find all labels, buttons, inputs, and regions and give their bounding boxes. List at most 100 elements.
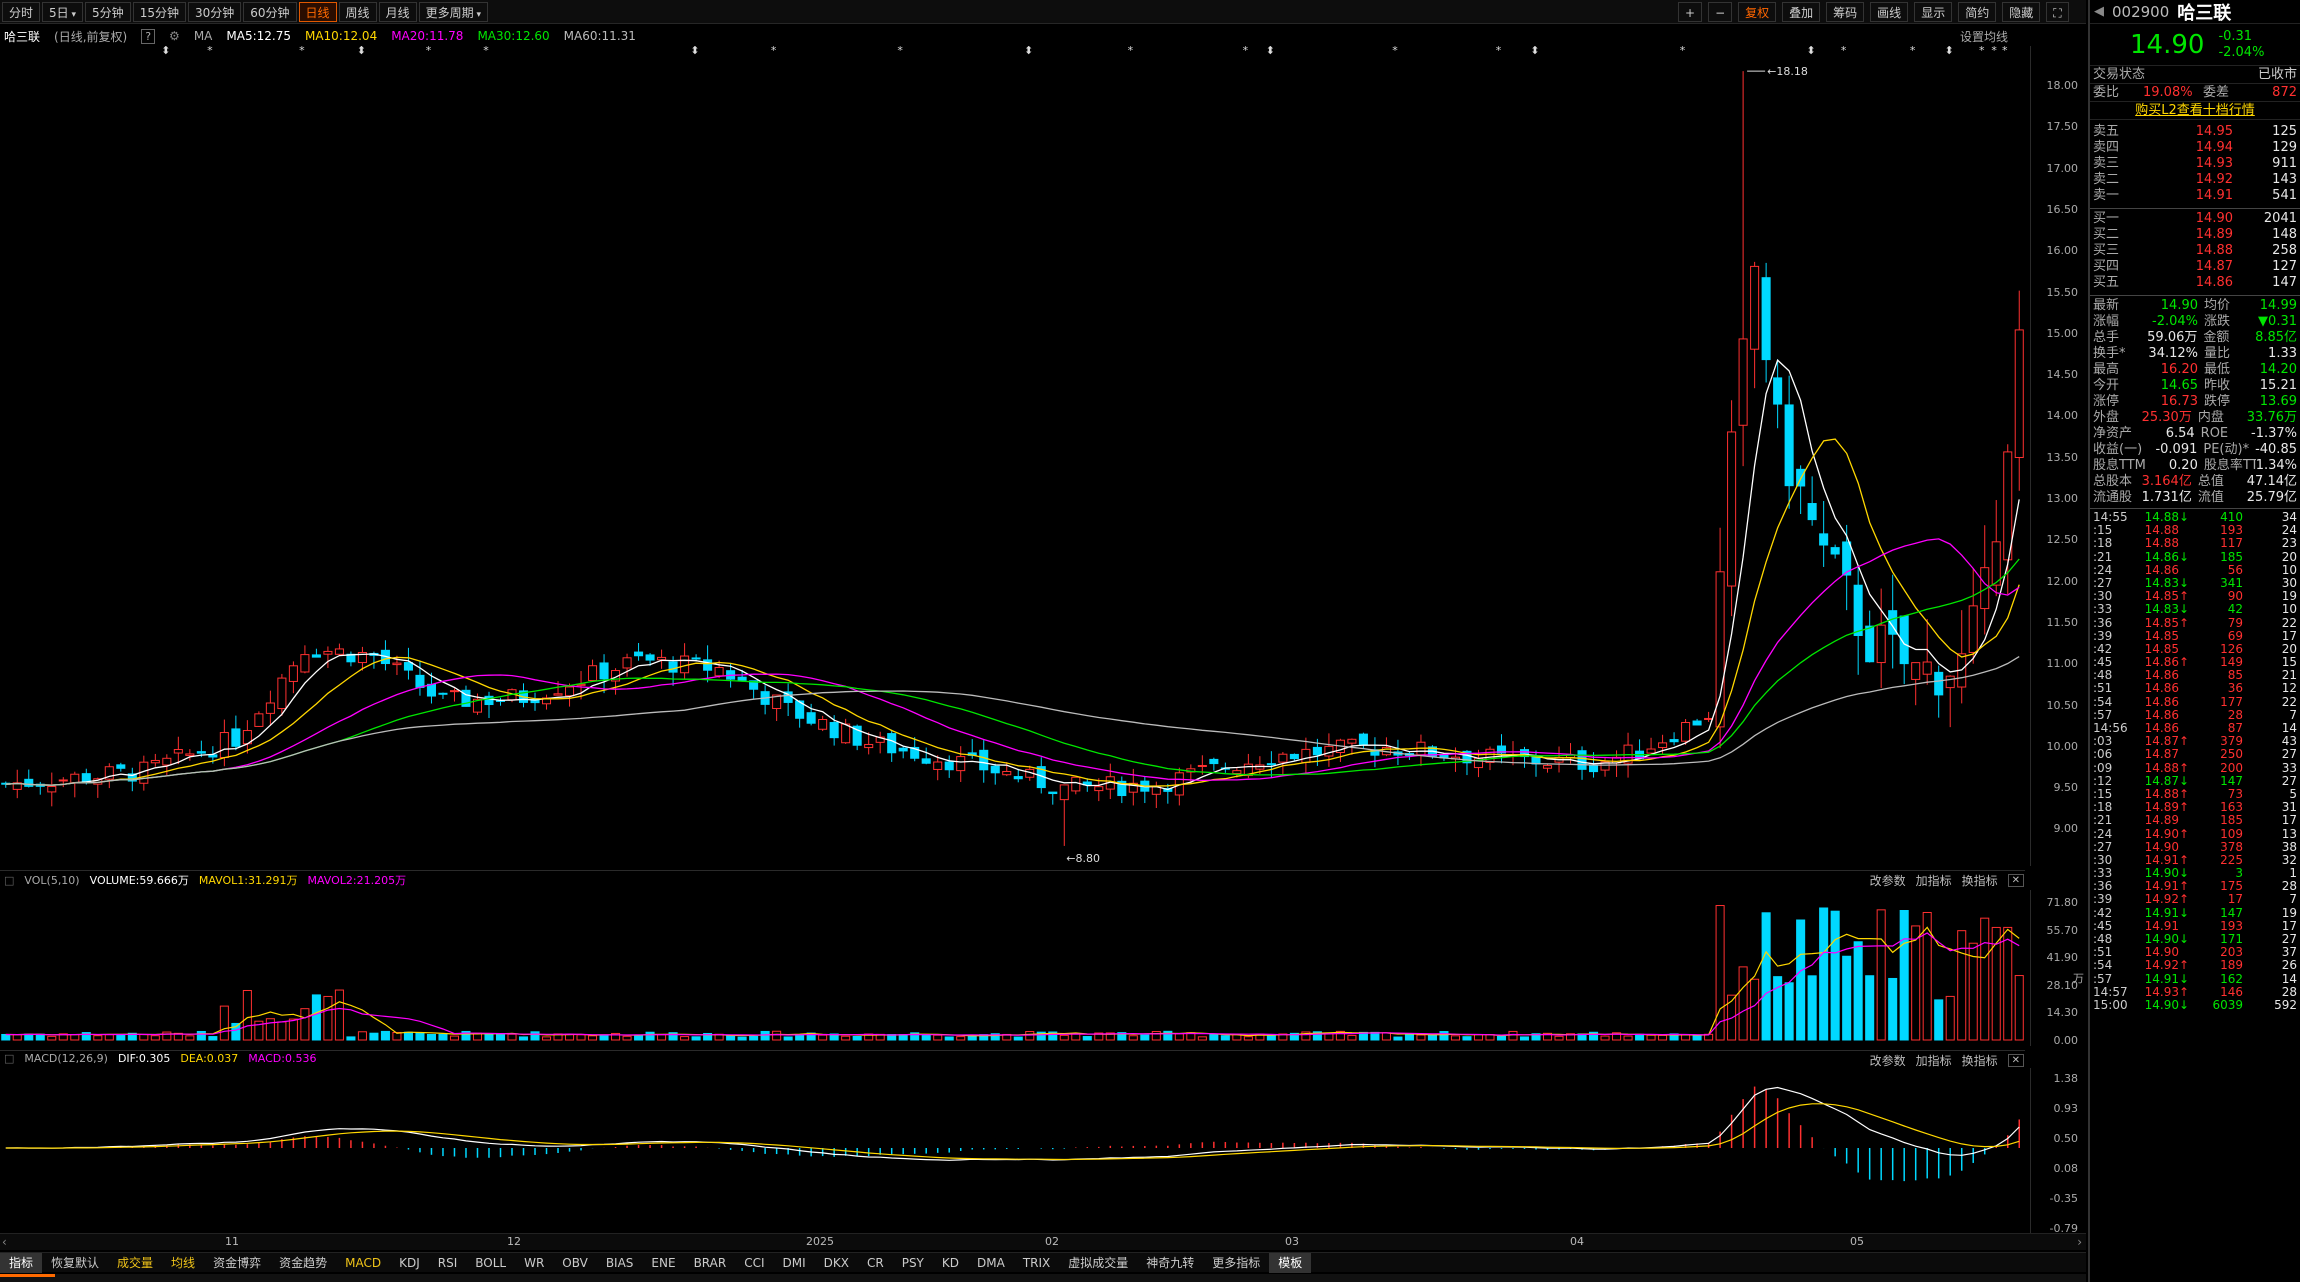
macd-close-icon[interactable]: ✕ [2007,1054,2024,1067]
event-marker[interactable]: * [1991,46,1997,57]
volume-bar[interactable] [1393,1036,1403,1041]
toolbar-btn-8[interactable]: 隐藏 [2002,2,2041,22]
volume-bar[interactable] [484,1033,494,1041]
candle[interactable] [185,749,195,761]
event-marker[interactable]: ⬍ [1806,46,1815,57]
event-marker[interactable]: * [483,46,489,57]
indicator-tab-19[interactable]: PSY [893,1253,933,1273]
volume-bar[interactable] [1888,977,1898,1041]
candle[interactable] [334,643,344,656]
volume-bar[interactable] [346,1036,356,1041]
toolbar-btn-1[interactable]: − [1708,2,1733,22]
toolbar-btn-0[interactable]: + [1678,2,1703,22]
event-marker[interactable]: ⬍ [357,46,366,57]
tick-list[interactable]: 14:55 14.88 ↓ 410 34:15 14.88 193 24:18 14.88 117… [2090,509,2300,1014]
volume-bar[interactable] [1174,1033,1184,1041]
volume-bar[interactable] [1934,999,1944,1041]
event-marker[interactable]: ⬍ [161,46,170,57]
volume-bar[interactable] [449,1035,460,1041]
volume-bar[interactable] [208,1036,218,1041]
candle[interactable] [1094,778,1104,802]
candle[interactable] [1266,751,1276,778]
volume-bar[interactable] [1796,919,1806,1041]
candle[interactable] [921,747,931,765]
l2-link[interactable]: 购买L2查看十档行情 [2090,102,2300,120]
candle[interactable] [484,691,494,719]
event-marker[interactable]: ⬍ [1024,46,1033,57]
candle[interactable] [47,772,57,807]
toolbar-btn-4[interactable]: 筹码 [1826,2,1865,22]
volume-bar[interactable] [1025,1031,1035,1041]
period-tab-4[interactable]: 30分钟 [187,1,242,22]
volume-bar[interactable] [1853,941,1863,1041]
candle[interactable] [35,781,45,795]
candle[interactable] [541,694,552,710]
volume-bar[interactable] [645,1031,655,1041]
candle[interactable] [979,740,989,783]
volume-bar[interactable] [70,1033,80,1041]
volume-bar[interactable] [357,1031,367,1041]
volume-bar[interactable] [150,1035,160,1041]
volume-bar[interactable] [1404,1034,1414,1041]
volume-bar[interactable] [1473,1034,1484,1041]
candle[interactable] [139,755,149,791]
adjust-mode[interactable]: (日线,前复权) [54,28,127,45]
volume-bar[interactable] [403,1031,413,1041]
candle[interactable] [1727,400,1737,617]
candle[interactable] [530,692,540,711]
volume-bar[interactable] [1071,1033,1081,1041]
candle[interactable] [1830,544,1840,559]
expand-icon[interactable]: ⛶ [2046,2,2069,22]
period-tab-5[interactable]: 60分钟 [243,1,297,22]
macd-edit-params[interactable]: 改参数 [1870,1052,1906,1069]
volume-bar[interactable] [1830,910,1840,1041]
indicator-tab-16[interactable]: DMI [774,1253,815,1273]
volume-bar[interactable] [772,1030,782,1041]
volume-bar[interactable] [1623,1035,1633,1041]
event-marker[interactable]: ⬍ [1945,46,1954,57]
volume-bar[interactable] [2003,926,2013,1041]
volume-bar[interactable] [438,1033,448,1041]
candle[interactable] [772,694,782,722]
volume-bar[interactable] [231,1022,241,1041]
macd-window-icon[interactable]: □ [4,1052,14,1065]
candle[interactable] [1761,262,1771,383]
volume-bar[interactable] [576,1034,586,1041]
candle[interactable] [1163,783,1173,804]
volume-bar[interactable] [1462,1036,1472,1041]
volume-bar[interactable] [380,1030,390,1041]
indicator-tab-25[interactable]: 更多指标 [1203,1253,1269,1273]
volume-bar[interactable] [1347,1034,1357,1041]
candle[interactable] [956,746,966,783]
candle[interactable] [288,661,298,694]
candle[interactable] [116,762,126,772]
candle[interactable] [1140,776,1150,804]
candle[interactable] [311,648,321,658]
candle[interactable] [2014,290,2024,491]
vol-add-indicator[interactable]: 加指标 [1916,872,1952,889]
toolbar-btn-2[interactable]: 复权 [1738,2,1777,22]
volume-bar[interactable] [426,1033,436,1041]
volume-bar[interactable] [634,1034,644,1041]
candle[interactable] [1370,737,1380,768]
volume-bar[interactable] [1865,975,1875,1041]
volume-bar[interactable] [818,1034,828,1041]
volume-bar[interactable] [1197,1036,1207,1041]
event-marker[interactable]: * [207,46,213,57]
period-tab-8[interactable]: 月线 [378,1,417,22]
time-axis-scrollbar[interactable]: ‹ › 11 12 2025 02 03 04 05 [0,1233,2086,1250]
volume-bar[interactable] [518,1036,529,1041]
volume-bar[interactable] [1807,975,1817,1041]
indicator-tab-9[interactable]: BOLL [466,1253,515,1273]
indicator-tab-6[interactable]: MACD [336,1253,390,1273]
volume-bar[interactable] [680,1036,690,1041]
volume-bar[interactable] [1519,1036,1530,1041]
volume-bar[interactable] [1842,955,1852,1041]
candle[interactable] [1853,566,1863,675]
volume-bar[interactable] [657,1034,667,1041]
bid-level-3[interactable]: 买四 14.87 127 [2090,259,2300,275]
ask-level-4[interactable]: 卖一 14.91 541 [2090,188,2300,204]
candle[interactable] [1865,610,1875,663]
indicator-tab-11[interactable]: OBV [553,1253,597,1273]
volume-bar[interactable] [1151,1031,1161,1041]
